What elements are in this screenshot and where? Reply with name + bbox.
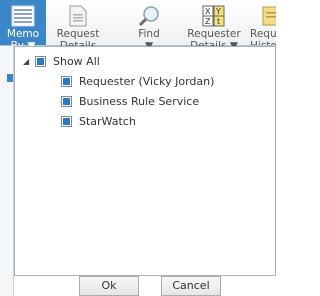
tree-item-requester[interactable]: Requester (Vicky Jordan)	[61, 73, 214, 89]
business-rule-service-label: Business Rule Service	[79, 94, 200, 108]
tree-item-starwatch[interactable]: StarWatch	[61, 113, 136, 129]
svg-text:X: X	[205, 7, 211, 16]
svg-text:Y: Y	[215, 7, 221, 16]
collapse-triangle-icon[interactable]: ◢	[23, 57, 35, 66]
business-rule-service-checkbox[interactable]	[61, 95, 72, 107]
tree-item-business-rule-service[interactable]: Business Rule Service	[61, 93, 199, 109]
request-history-button[interactable]: Reque Histor	[248, 0, 276, 45]
find-button[interactable]: Find ▼	[126, 0, 172, 52]
memo-filter-panel: ◢ Show All Requester (Vicky Jordan) Busi…	[14, 46, 276, 276]
show-all-checkbox[interactable]	[35, 55, 46, 67]
svg-text:t: t	[217, 17, 220, 26]
requester-label: Requester (Vicky Jordan)	[79, 74, 215, 88]
show-all-label: Show All	[53, 54, 100, 68]
requester-checkbox[interactable]	[61, 75, 72, 87]
selection-marker	[7, 74, 13, 82]
ribbon-toolbar: Memo By ▼ Request Details Find ▼	[0, 0, 276, 52]
request-history-label: Reque Histor	[250, 28, 276, 45]
requester-details-button[interactable]: X Y Z t Requester Details ▼	[184, 0, 244, 52]
starwatch-label: StarWatch	[79, 114, 136, 128]
tree-root-row[interactable]: ◢ Show All	[23, 53, 100, 69]
ok-button[interactable]: Ok	[79, 276, 139, 296]
request-details-button[interactable]: Request Details	[50, 0, 106, 52]
cancel-button[interactable]: Cancel	[161, 276, 221, 296]
left-sidebar-edge	[0, 46, 14, 296]
memo-by-button[interactable]: Memo By ▼	[0, 0, 46, 52]
starwatch-checkbox[interactable]	[61, 115, 72, 127]
svg-text:Z: Z	[205, 17, 211, 26]
